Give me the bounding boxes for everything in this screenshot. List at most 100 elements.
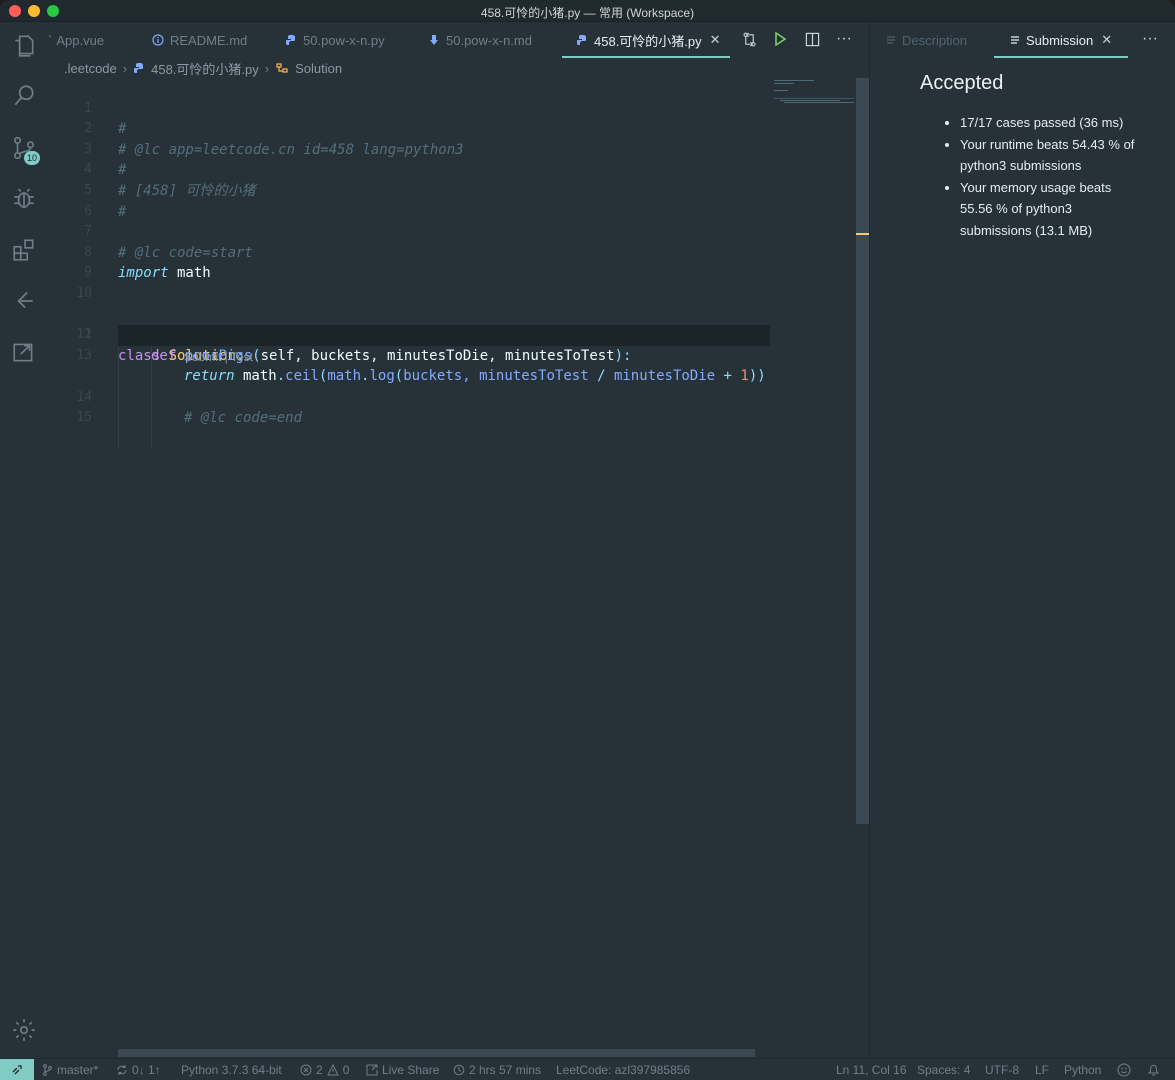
tab-458-py[interactable]: 458.可怜的小猪.py ✕ <box>562 22 730 58</box>
warning-count: 0 <box>342 1063 350 1077</box>
tab-label: App.vue <box>56 32 105 48</box>
source-control-badge: 10 <box>24 151 41 165</box>
error-icon <box>300 1064 312 1076</box>
code-line: 8 import math <box>48 222 770 282</box>
code-line: 10 <box>48 263 770 301</box>
breadcrumb-folder[interactable]: .leetcode <box>64 61 117 76</box>
explorer-icon[interactable] <box>0 22 48 70</box>
close-tab-icon[interactable]: ✕ <box>710 32 721 48</box>
vertical-scrollbar[interactable] <box>856 78 870 824</box>
chevron-right-icon: › <box>122 60 128 76</box>
split-editor-icon[interactable] <box>802 29 822 49</box>
eol-selector[interactable]: LF <box>1035 1059 1049 1080</box>
more-icon[interactable]: ··· <box>1142 30 1158 48</box>
minimap-line <box>774 98 854 99</box>
parameters: self, buckets, minutesToDie, minutesToTe… <box>260 347 615 364</box>
markdown-icon <box>430 35 438 45</box>
sync-status: 0↓ 1↑ <box>132 1063 161 1077</box>
close-tab-icon[interactable]: ✕ <box>1101 32 1112 48</box>
window-title: 458.可怜的小猪.py — 常用 (Workspace) <box>480 6 695 20</box>
language-selector[interactable]: Python <box>1064 1059 1101 1080</box>
vue-icon: ` <box>48 32 53 48</box>
code-line-current: 11 class Solution: <box>48 284 770 364</box>
result-status: Accepted <box>920 72 1004 94</box>
tab-readme[interactable]: README.md <box>152 22 247 58</box>
tab-label: Submission <box>1026 32 1094 48</box>
debug-icon[interactable] <box>0 175 48 223</box>
code-line: 6 <box>48 181 770 219</box>
code-line: 4 # [458] 可怜的小猪 <box>48 140 770 199</box>
search-icon[interactable] <box>0 72 48 120</box>
compare-icon[interactable] <box>739 29 759 49</box>
minimap-line <box>774 90 788 91</box>
time-label: 2 hrs 57 mins <box>469 1063 542 1077</box>
branch-indicator[interactable]: master* <box>42 1059 98 1080</box>
submission-panel: Description Submission ✕ ··· Accepted 17… <box>870 22 1175 1058</box>
leetcode-account[interactable]: LeetCode: azl397985856 <box>556 1059 690 1080</box>
preview-icon <box>1011 36 1019 44</box>
line-number: 13 <box>76 347 92 363</box>
tab-pow-md[interactable]: 50.pow-x-n.md <box>428 22 532 58</box>
tab-label: 458.可怜的小猪.py <box>594 33 702 49</box>
live-share-button[interactable]: Live Share <box>366 1059 439 1080</box>
line-number: 15 <box>76 410 92 426</box>
code-line: 9 <box>48 243 770 280</box>
time-tracker[interactable]: 2 hrs 57 mins <box>453 1059 541 1080</box>
remote-explorer-icon[interactable] <box>0 328 48 376</box>
minimap-line <box>780 100 840 101</box>
code-line: 3 # <box>48 119 770 179</box>
feedback-icon[interactable] <box>1117 1059 1135 1080</box>
source-control-icon[interactable]: 10 <box>0 124 48 172</box>
horizontal-scrollbar[interactable] <box>118 1049 755 1057</box>
codelens-submit-test[interactable]: Submit | Test <box>184 347 253 367</box>
punctuation: ( <box>252 347 261 364</box>
code-editor[interactable]: 1 # 2 # @lc app=leetcode.cn id=458 lang=… <box>48 78 870 1058</box>
keyword: def <box>151 347 177 364</box>
sync-indicator[interactable]: 0↓ 1↑ <box>116 1059 161 1080</box>
breadcrumb-file[interactable]: 458.可怜的小猪.py <box>151 59 259 78</box>
python-icon <box>577 35 586 45</box>
tab-pow-py[interactable]: 50.pow-x-n.py <box>285 22 385 58</box>
breadcrumb-symbol[interactable]: Solution <box>295 61 342 76</box>
remote-icon <box>12 1065 22 1075</box>
more-icon[interactable]: ··· <box>834 29 854 49</box>
result-item: Your memory usage beats 55.56 % of pytho… <box>960 177 1138 242</box>
minimap[interactable] <box>770 78 856 108</box>
remote-button[interactable] <box>0 1059 34 1080</box>
status-bar: master* 0↓ 1↑ Python 3.7.3 64-bit 2 0 Li… <box>0 1058 1175 1080</box>
tab-app-vue[interactable]: ` App.vue <box>48 22 104 58</box>
code-line: 13 return math.ceil(math.log(buckets, mi… <box>48 325 770 385</box>
tab-submission[interactable]: Submission ✕ <box>993 22 1129 58</box>
result-list: 17/17 cases passed (36 ms) Your runtime … <box>960 112 1138 242</box>
gear-icon[interactable] <box>0 1006 48 1054</box>
breadcrumb: .leetcode › 458.可怜的小猪.py › Solution <box>48 58 868 78</box>
encoding-selector[interactable]: UTF-8 <box>985 1059 1019 1080</box>
title-bar: 458.可怜的小猪.py — 常用 (Workspace) <box>0 0 1175 22</box>
code-line: 7 # @lc code=start <box>48 202 770 261</box>
result-item: Your runtime beats 54.43 % of python3 su… <box>960 134 1138 177</box>
tab-label: Description <box>902 32 968 48</box>
chevron-right-icon: › <box>264 60 270 76</box>
code-line: 2 # @lc app=leetcode.cn id=458 lang=pyth… <box>48 99 770 158</box>
run-icon[interactable] <box>770 29 790 49</box>
scroll-position-marker <box>856 233 870 235</box>
interpreter-selector[interactable]: Python 3.7.3 64-bit <box>181 1059 282 1080</box>
leetcode-icon[interactable] <box>0 277 48 325</box>
punctuation: ): <box>614 347 632 364</box>
tab-description[interactable]: Description <box>886 22 967 58</box>
indentation-selector[interactable]: Spaces: 4 <box>917 1059 970 1080</box>
minimap-line <box>774 83 794 84</box>
tab-label: 50.pow-x-n.md <box>446 32 532 48</box>
cursor-position[interactable]: Ln 11, Col 16 <box>836 1059 907 1080</box>
problems-indicator[interactable]: 2 0 <box>300 1059 349 1080</box>
code-line: 14 # @lc code=end <box>48 367 770 427</box>
code-text: # @lc code=end <box>184 410 303 427</box>
history-icon <box>453 1064 465 1076</box>
activity-bar: 10 <box>0 22 48 1058</box>
git-branch-icon <box>43 1064 52 1076</box>
python-icon <box>286 35 295 45</box>
notifications-icon[interactable] <box>1147 1059 1164 1080</box>
sync-icon <box>117 1065 127 1075</box>
tab-label: 50.pow-x-n.py <box>303 32 385 48</box>
extensions-icon[interactable] <box>0 226 48 274</box>
